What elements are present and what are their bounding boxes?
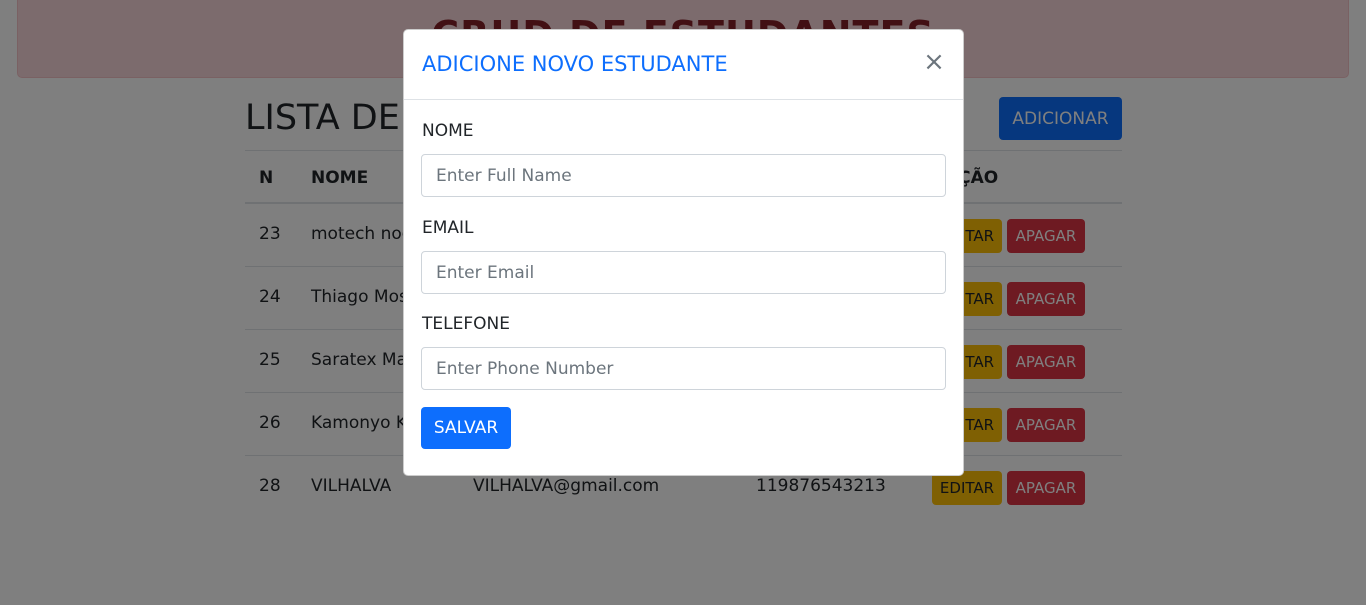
- nome-field[interactable]: [421, 154, 946, 197]
- modal-title: ADICIONE NOVO ESTUDANTE: [422, 52, 728, 76]
- telefone-label: TELEFONE: [422, 314, 510, 334]
- modal-header: ADICIONE NOVO ESTUDANTE ×: [404, 30, 963, 100]
- add-student-modal: ADICIONE NOVO ESTUDANTE × NOME EMAIL TEL…: [403, 29, 964, 476]
- email-label: EMAIL: [422, 218, 474, 238]
- close-icon[interactable]: ×: [923, 48, 945, 76]
- telefone-field[interactable]: [421, 347, 946, 390]
- save-button[interactable]: SALVAR: [421, 407, 511, 449]
- nome-label: NOME: [422, 121, 474, 141]
- email-field[interactable]: [421, 251, 946, 294]
